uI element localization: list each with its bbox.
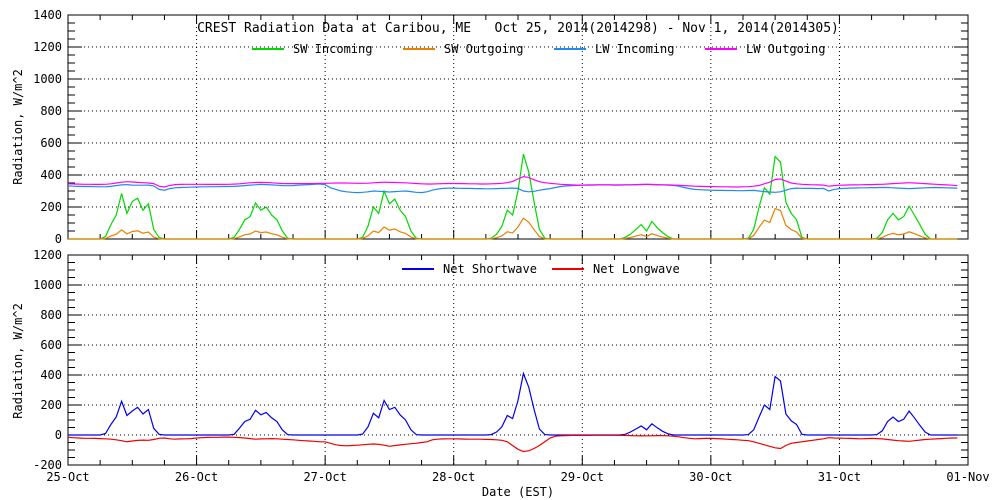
net-longwave-line xyxy=(67,434,958,453)
sw-outgoing-line-swatch xyxy=(403,48,435,50)
legend-label: LW Incoming xyxy=(595,42,675,56)
legend-label: Net Longwave xyxy=(593,262,680,276)
legend-item-lw-incoming: LW Incoming xyxy=(554,42,674,56)
y-tick-label: 200 xyxy=(40,398,62,412)
y-tick-label: 1200 xyxy=(33,40,62,54)
x-axis-title: Date (EST) xyxy=(481,485,555,499)
y-axis-title-top: Radiation, W/m^2 xyxy=(11,69,25,185)
bottom-panel: -200020040060080010001200 xyxy=(33,248,969,472)
legend-label: SW Outgoing xyxy=(444,42,524,56)
sw-incoming-line xyxy=(68,154,958,240)
y-tick-label: 0 xyxy=(55,232,62,246)
plot-svg: 0200400600800100012001400-20002004006008… xyxy=(33,8,990,484)
x-tick-label: 30-Oct xyxy=(689,470,732,484)
panel-frame xyxy=(67,254,969,466)
lw-incoming-line-swatch xyxy=(554,48,586,50)
y-tick-label: 1000 xyxy=(33,278,62,292)
y-tick-label: 800 xyxy=(40,104,62,118)
x-tick-label: 31-Oct xyxy=(818,470,861,484)
legend-label: Net Shortwave xyxy=(443,262,537,276)
legend-label: SW Incoming xyxy=(293,42,373,56)
y-tick-label: 1200 xyxy=(33,248,62,262)
y-tick-label: 800 xyxy=(40,308,62,322)
x-tick-label: 25-Oct xyxy=(46,470,89,484)
x-tick-label: 29-Oct xyxy=(561,470,604,484)
net-longwave-line-swatch xyxy=(552,268,584,270)
legend-item-sw-outgoing: SW Outgoing xyxy=(403,42,523,56)
legend-item-net-shortwave: Net Shortwave xyxy=(402,262,537,276)
y-tick-label: 400 xyxy=(40,368,62,382)
radiation-chart-page: 0 200 400 600 800 1000 1200 1400 -200 0 200 400 600 8… xyxy=(0,0,1000,500)
lw-outgoing-line-swatch xyxy=(705,48,737,50)
legend-label: LW Outgoing xyxy=(746,42,826,56)
legend-item-sw-incoming: SW Incoming xyxy=(252,42,372,56)
net-shortwave-line xyxy=(68,371,958,436)
legend-item-lw-outgoing: LW Outgoing xyxy=(705,42,825,56)
y-tick-label: 1000 xyxy=(33,72,62,86)
y-tick-label: 0 xyxy=(55,428,62,442)
net-shortwave-line-swatch xyxy=(402,268,434,270)
x-tick-label: 28-Oct xyxy=(432,470,475,484)
x-tick-label: 27-Oct xyxy=(303,470,346,484)
y-tick-label: 600 xyxy=(40,136,62,150)
y-axis-title-bottom: Radiation, W/m^2 xyxy=(11,303,25,419)
x-tick-label: 01-Nov xyxy=(946,470,989,484)
chart-title: CREST Radiation Data at Caribou, ME Oct … xyxy=(197,21,839,36)
y-tick-label: 200 xyxy=(40,200,62,214)
legend-item-net-longwave: Net Longwave xyxy=(552,262,680,276)
y-tick-label: 400 xyxy=(40,168,62,182)
x-tick-label: 26-Oct xyxy=(175,470,218,484)
y-tick-label: 600 xyxy=(40,338,62,352)
y-tick-label: 1400 xyxy=(33,8,62,22)
lw-outgoing-line xyxy=(67,175,958,188)
sw-incoming-line-swatch xyxy=(252,48,284,50)
